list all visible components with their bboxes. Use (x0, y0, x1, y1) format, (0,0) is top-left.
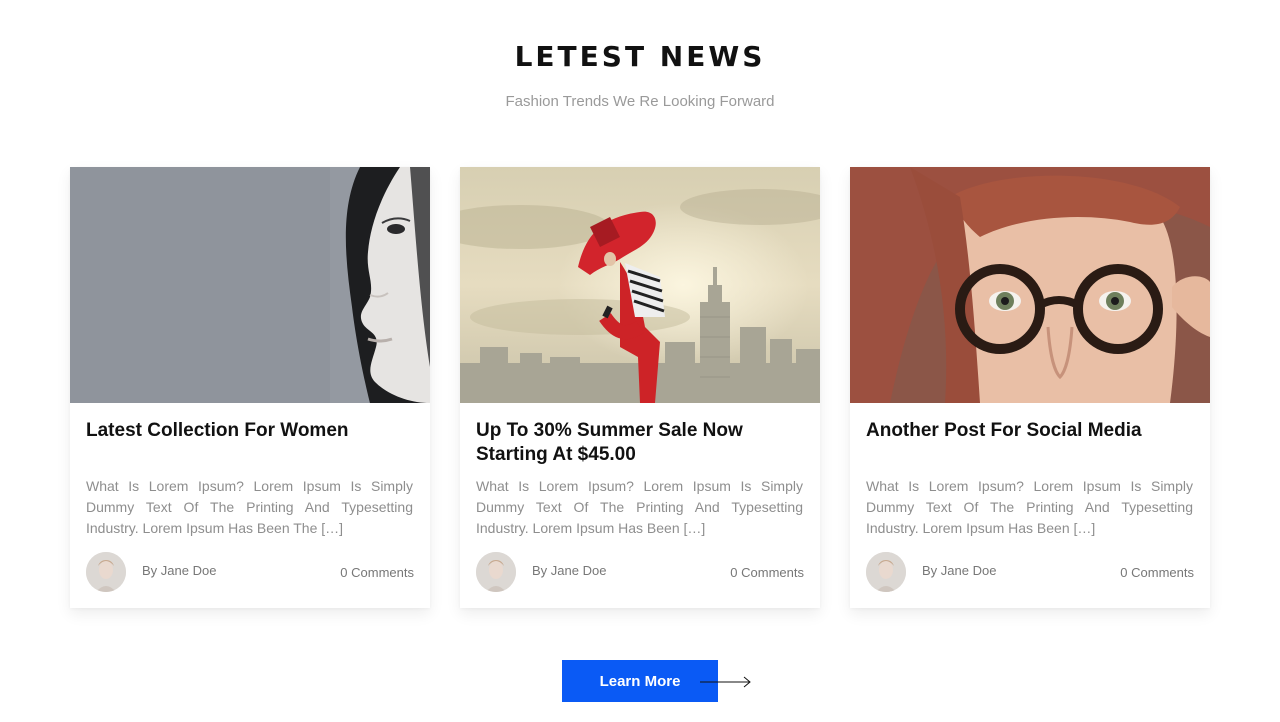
post-comments[interactable]: 0 Comments (1120, 565, 1194, 580)
post-comments[interactable]: 0 Comments (730, 565, 804, 580)
post-excerpt: What Is Lorem Ipsum? Lorem Ipsum Is Simp… (86, 478, 413, 536)
post-author[interactable]: By Jane Doe (532, 563, 606, 578)
post-author[interactable]: By Jane Doe (922, 563, 996, 578)
news-card: Latest Collection For Women What Is Lore… (70, 167, 430, 608)
section-subtitle: Fashion Trends We Re Looking Forward (505, 93, 775, 110)
author-avatar (86, 552, 126, 592)
post-image-dancer[interactable] (460, 167, 820, 403)
author-avatar (476, 552, 516, 592)
news-card: Up To 30% Summer Sale Now Starting At $4… (460, 167, 820, 608)
post-title[interactable]: Up To 30% Summer Sale Now Starting At $4… (476, 419, 806, 467)
section-title: LETEST NEWS (514, 40, 766, 73)
news-cards: Latest Collection For Women What Is Lore… (70, 167, 1210, 608)
author-avatar (866, 552, 906, 592)
post-image-woman-profile[interactable] (70, 167, 430, 403)
post-title[interactable]: Another Post For Social Media (866, 419, 1196, 443)
post-excerpt: What Is Lorem Ipsum? Lorem Ipsum Is Simp… (476, 478, 803, 536)
post-comments[interactable]: 0 Comments (340, 565, 414, 580)
post-excerpt: What Is Lorem Ipsum? Lorem Ipsum Is Simp… (866, 478, 1193, 536)
post-image-woman-glasses[interactable] (850, 167, 1210, 403)
arrow-right-icon (700, 676, 751, 688)
learn-more-button[interactable]: Learn More (562, 660, 718, 702)
post-author[interactable]: By Jane Doe (142, 563, 216, 578)
news-card: Another Post For Social Media What Is Lo… (850, 167, 1210, 608)
post-title[interactable]: Latest Collection For Women (86, 419, 416, 443)
